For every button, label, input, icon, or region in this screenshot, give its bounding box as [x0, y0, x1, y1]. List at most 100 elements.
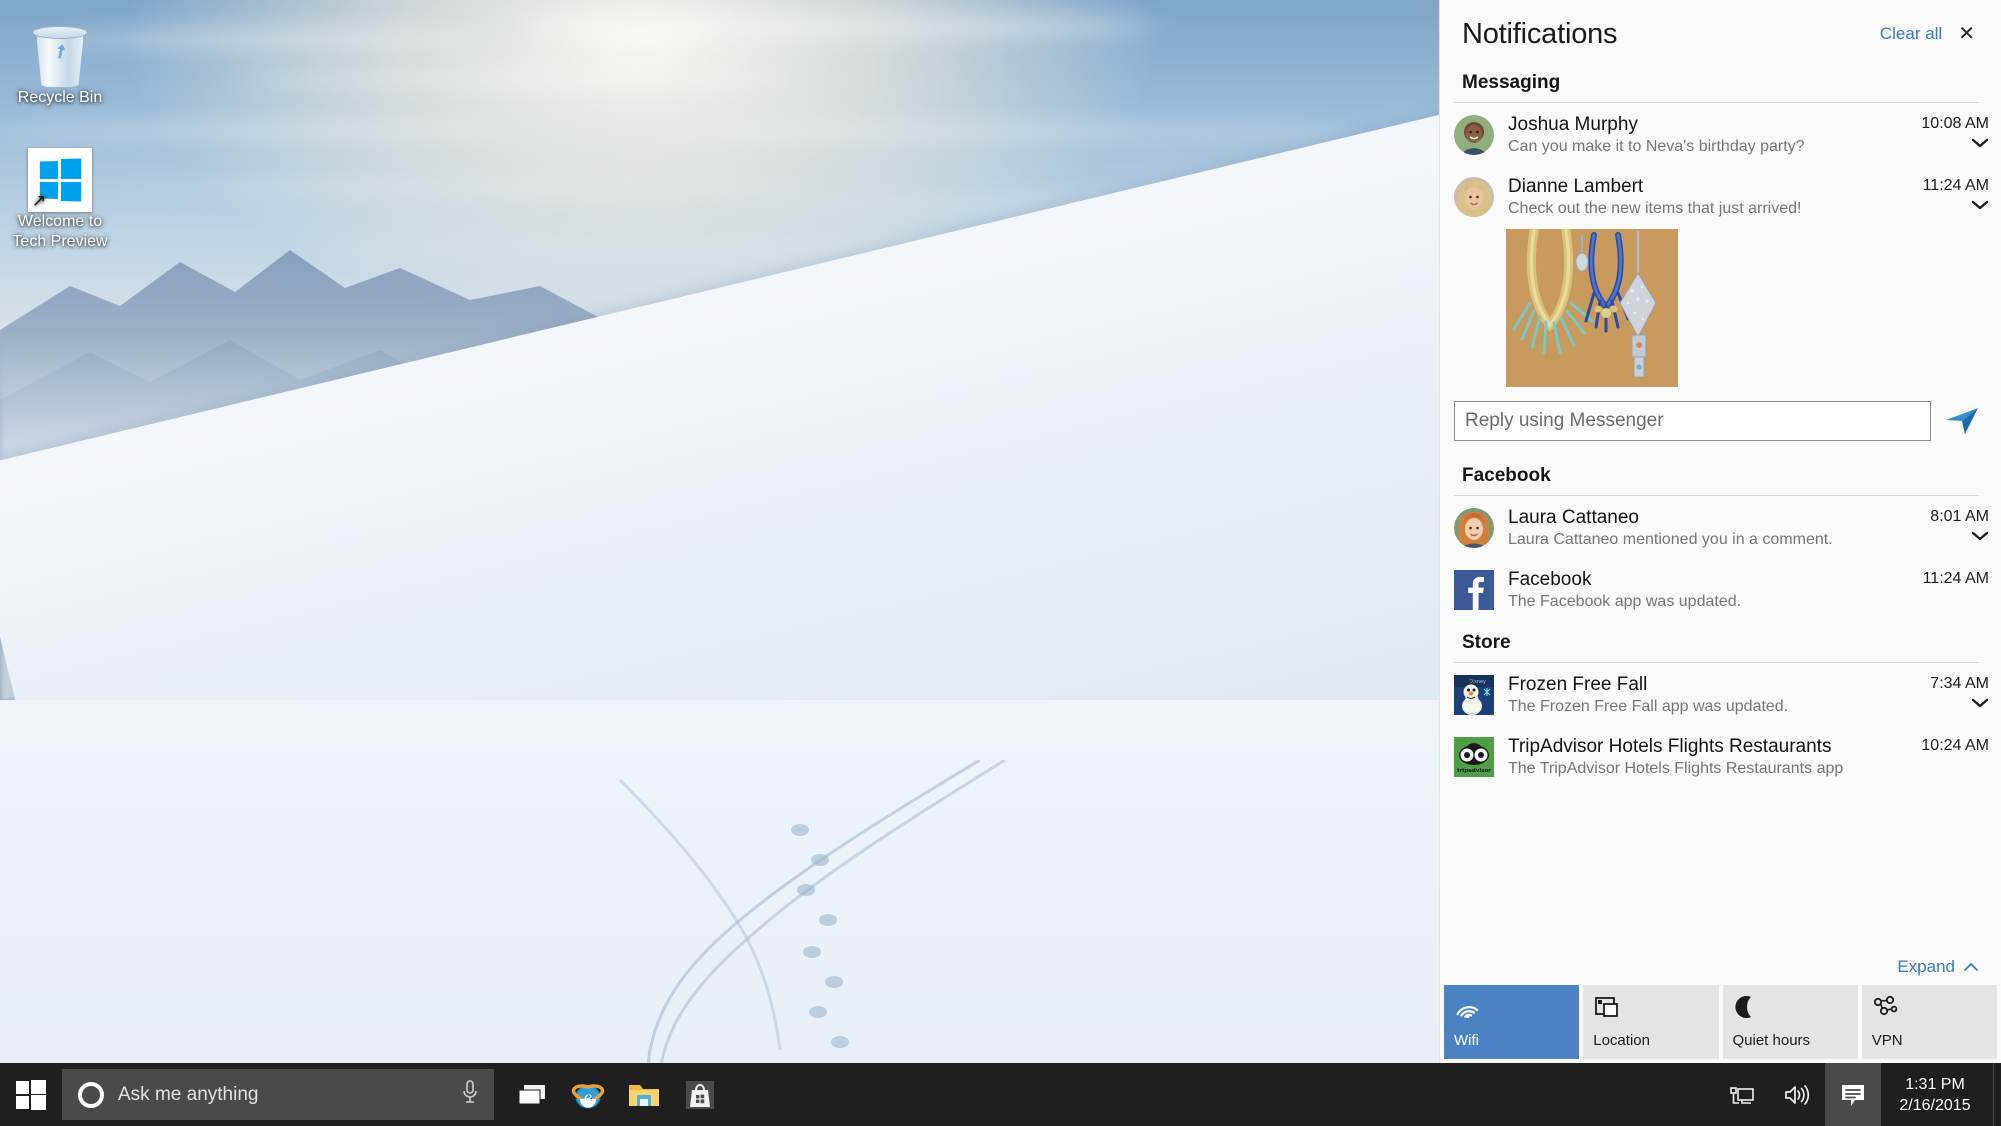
clock-time: 1:31 PM	[1905, 1074, 1965, 1095]
expand-label: Expand	[1897, 957, 1955, 977]
taskbar-file-explorer-button[interactable]	[616, 1063, 672, 1126]
taskbar-internet-explorer-button[interactable]: e	[560, 1063, 616, 1126]
chevron-down-icon[interactable]	[1930, 530, 1989, 542]
close-icon[interactable]: ✕	[1954, 22, 1979, 46]
quick-action-quiet-hours[interactable]: Quiet hours	[1723, 985, 1858, 1059]
quick-action-location[interactable]: Location	[1583, 985, 1718, 1059]
wifi-icon	[1454, 995, 1569, 1021]
notification-tripadvisor[interactable]: tripadvisor TripAdvisor Hotels Flights R…	[1440, 725, 2001, 787]
chevron-down-icon[interactable]	[1930, 697, 1989, 709]
notification-facebook-app[interactable]: Facebook The Facebook app was updated. 1…	[1440, 558, 2001, 620]
system-tray: 1:31 PM 2/16/2015	[1715, 1063, 2001, 1126]
tray-volume-button[interactable]	[1769, 1063, 1825, 1126]
action-center-panel[interactable]: Notifications Clear all ✕ Messaging	[1439, 0, 2001, 1063]
taskbar-spacer	[728, 1063, 1715, 1126]
reply-input[interactable]	[1454, 401, 1931, 441]
quick-action-label: Wifi	[1454, 1033, 1569, 1049]
windows-start-icon	[16, 1080, 46, 1110]
quick-action-label: Location	[1593, 1033, 1708, 1049]
reply-row	[1440, 387, 2001, 453]
notification-time: 10:08 AM	[1921, 113, 1989, 135]
svg-text:tripadvisor: tripadvisor	[1457, 768, 1491, 774]
notification-message: The TripAdvisor Hotels Flights Restauran…	[1508, 758, 1909, 779]
quick-action-vpn[interactable]: VPN	[1862, 985, 1997, 1059]
moon-icon	[1733, 995, 1848, 1021]
desktop-icon-welcome-tech-preview[interactable]: ↗ Welcome to Tech Preview	[0, 132, 120, 252]
cortana-search-box[interactable]: Ask me anything	[62, 1069, 494, 1120]
svg-text:e: e	[584, 1090, 592, 1106]
notification-time: 11:24 AM	[1923, 568, 1989, 590]
chevron-up-icon	[1963, 957, 1979, 977]
jewelry-photo-attachment[interactable]	[1440, 227, 2001, 387]
notification-sender: Laura Cattaneo	[1508, 506, 1918, 529]
taskbar: Ask me anything e	[0, 1063, 2001, 1126]
clear-all-button[interactable]: Clear all	[1880, 24, 1942, 44]
notification-message: Laura Cattaneo mentioned you in a commen…	[1508, 529, 1918, 550]
action-center-footer: Expand Wifi	[1440, 947, 2001, 1063]
notification-joshua-murphy[interactable]: Joshua Murphy Can you make it to Neva's …	[1440, 103, 2001, 165]
action-center-icon	[1839, 1082, 1867, 1108]
network-icon	[1729, 1083, 1755, 1107]
notification-sender: Facebook	[1508, 568, 1911, 591]
desktop-icon-label-line2: Tech Preview	[0, 232, 120, 252]
dianne-lambert-avatar	[1454, 177, 1494, 217]
tray-network-button[interactable]	[1715, 1063, 1769, 1126]
recycle-bin-icon	[0, 8, 120, 88]
taskbar-clock[interactable]: 1:31 PM 2/16/2015	[1881, 1063, 1993, 1126]
tray-action-center-button[interactable]	[1825, 1063, 1881, 1126]
microphone-icon[interactable]	[460, 1079, 480, 1110]
store-bag-icon	[685, 1080, 715, 1110]
notification-time: 7:34 AM	[1930, 673, 1989, 695]
notification-time: 10:24 AM	[1921, 735, 1989, 757]
quick-action-label: Quiet hours	[1733, 1033, 1848, 1049]
group-header-store: Store	[1440, 620, 2001, 662]
shortcut-arrow-icon: ↗	[30, 192, 48, 210]
speaker-icon	[1783, 1083, 1811, 1107]
quick-action-wifi[interactable]: Wifi	[1444, 985, 1579, 1059]
notification-time: 8:01 AM	[1930, 506, 1989, 528]
quick-action-label: VPN	[1872, 1033, 1987, 1049]
frozen-free-fall-app-icon: Disney	[1454, 675, 1494, 715]
clock-date: 2/16/2015	[1899, 1095, 1970, 1116]
task-view-icon	[517, 1083, 547, 1107]
page-title: Notifications	[1462, 18, 1617, 51]
svg-text:Disney: Disney	[1469, 679, 1486, 685]
taskbar-apps: e	[494, 1063, 728, 1126]
notification-dianne-lambert[interactable]: Dianne Lambert Check out the new items t…	[1440, 165, 2001, 227]
chevron-down-icon[interactable]	[1921, 137, 1989, 149]
joshua-murphy-avatar	[1454, 115, 1494, 155]
tripadvisor-app-icon: tripadvisor	[1454, 737, 1494, 777]
notification-message: The Facebook app was updated.	[1508, 591, 1911, 612]
location-tablet-icon	[1593, 995, 1708, 1021]
internet-explorer-icon: e	[571, 1079, 605, 1111]
taskbar-task-view-button[interactable]	[504, 1063, 560, 1126]
desktop-icon-label: Recycle Bin	[0, 88, 120, 108]
taskbar-store-button[interactable]	[672, 1063, 728, 1126]
notification-message: Check out the new items that just arrive…	[1508, 198, 1911, 219]
chevron-down-icon[interactable]	[1923, 199, 1989, 211]
notification-sender: Joshua Murphy	[1508, 113, 1909, 136]
notification-sender: TripAdvisor Hotels Flights Restaurants	[1508, 735, 1909, 758]
notifications-list: Messaging Joshua Murphy Can you make it …	[1440, 60, 2001, 947]
action-center-header: Notifications Clear all ✕	[1440, 0, 2001, 60]
notification-sender: Dianne Lambert	[1508, 175, 1911, 198]
notification-laura-cattaneo[interactable]: Laura Cattaneo Laura Cattaneo mentioned …	[1440, 496, 2001, 558]
notification-time: 11:24 AM	[1923, 175, 1989, 197]
facebook-app-icon	[1454, 570, 1494, 610]
show-desktop-button[interactable]	[1993, 1063, 2001, 1126]
search-input[interactable]: Ask me anything	[118, 1084, 446, 1106]
notification-frozen-free-fall[interactable]: Disney Frozen Free Fall The Frozen Fre	[1440, 663, 2001, 725]
quick-actions-grid: Wifi Location Quiet ho	[1440, 985, 2001, 1063]
notification-message: Can you make it to Neva's birthday party…	[1508, 136, 1909, 157]
cortana-circle-icon	[78, 1082, 104, 1108]
notification-sender: Frozen Free Fall	[1508, 673, 1918, 696]
desktop-icon-label-line1: Welcome to	[0, 212, 120, 232]
group-header-facebook: Facebook	[1440, 453, 2001, 495]
desktop-icon-recycle-bin[interactable]: Recycle Bin	[0, 8, 120, 108]
send-paper-plane-icon[interactable]	[1945, 407, 1979, 435]
tech-preview-icon: ↗	[0, 132, 120, 212]
expand-button[interactable]: Expand	[1440, 947, 2001, 985]
vpn-icon	[1872, 995, 1987, 1021]
group-header-messaging: Messaging	[1440, 60, 2001, 102]
start-button[interactable]	[0, 1063, 62, 1126]
